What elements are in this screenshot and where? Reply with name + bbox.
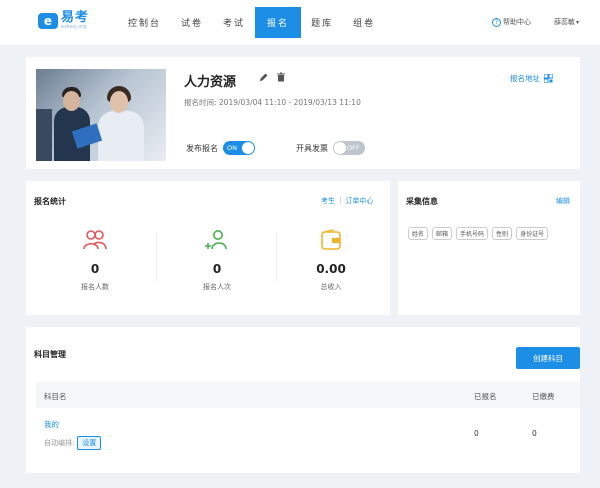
income-value: 0.00 [316,262,346,276]
registration-link[interactable]: 报名地址 [510,73,553,84]
orders-link[interactable]: 订单中心 [345,196,373,206]
nav-item-question-bank[interactable]: 题库 [301,7,343,38]
caret-down-icon: ▾ [576,19,580,26]
question-circle-icon: ? [492,17,501,27]
income-label: 总收入 [320,283,342,291]
candidates-link[interactable]: 考生 [321,196,335,206]
event-cover-image [36,69,166,161]
stat-income: 0.00 总收入 [276,229,386,292]
tag-phone: 手机号码 [456,227,489,240]
nav-item-compose[interactable]: 组卷 [343,7,385,38]
nav-item-dashboard[interactable]: 控制台 [118,7,171,38]
registrants-label: 报名人数 [81,283,109,291]
subject-name-link[interactable]: 我的 [44,419,59,430]
create-subject-button[interactable]: 创建科目 [516,347,580,369]
registrations-value: 0 [212,262,222,276]
tag-email: 邮箱 [432,227,453,240]
top-navbar: e 易考 ezksoi.org 控制台 试卷 考试 报名 题库 组卷 ? 帮助中… [0,0,600,45]
column-paid: 已缴费 [532,392,555,401]
logo-subtitle: ezksoi.org [61,24,87,30]
qrcode-icon [544,74,553,83]
registration-link-label: 报名地址 [510,74,540,83]
column-registered: 已报名 [474,392,497,401]
pencil-icon[interactable] [259,72,269,82]
subjects-card: 科目管理 创建科目 科目名 已报名 已缴费 我的 自动编排: 设置 0 0 [26,327,580,473]
publish-toggle-row: 发布报名 ON [186,141,255,155]
subjects-table-header: 科目名 已报名 已缴费 [36,382,580,408]
help-center-link[interactable]: ? 帮助中心 [492,17,531,27]
user-menu[interactable]: 薛蕊敏▾ [554,17,579,27]
tag-gender: 性别 [492,227,513,240]
registrations-label: 报名人次 [203,283,231,291]
column-subject-name: 科目名 [44,392,67,401]
wallet-icon [321,229,341,250]
event-time: 报名时间: 2019/03/04 11:10 - 2019/03/13 11:1… [184,98,361,107]
event-title: 人力资源 [184,75,237,90]
stats-title: 报名统计 [34,197,66,206]
invoice-label: 开具发票 [296,143,328,153]
tag-name: 姓名 [408,227,429,240]
auto-arrange-label: 自动编排: [44,439,75,447]
nav-item-exams[interactable]: 考试 [213,7,255,38]
stat-registrations: 0 报名人次 [162,229,272,292]
collect-tags: 姓名 邮箱 手机号码 性别 身份证号 [408,227,549,240]
trash-icon[interactable] [276,72,286,82]
logo-mark: e [38,12,58,29]
nav-item-papers[interactable]: 试卷 [171,7,213,38]
invoice-toggle[interactable]: OFF [333,141,365,155]
paid-count: 0 [532,429,537,438]
registered-count: 0 [474,429,479,438]
edit-collect-link[interactable]: 编辑 [556,196,570,206]
publish-toggle[interactable]: ON [223,141,255,155]
auto-arrange: 自动编排: 设置 [44,436,102,450]
stats-card: 报名统计 考生 | 订单中心 0 报名人数 0 报名人次 0.00 总收入 [26,181,390,315]
tag-id-number: 身份证号 [516,227,549,240]
add-user-icon [205,230,227,250]
subjects-title: 科目管理 [34,350,66,359]
registrants-value: 0 [90,262,100,276]
publish-label: 发布报名 [186,143,218,153]
logo[interactable]: e 易考 ezksoi.org [38,11,89,30]
settings-button[interactable]: 设置 [77,436,102,450]
logo-name: 易考 [61,10,90,25]
main-nav: 控制台 试卷 考试 报名 题库 组卷 [118,7,385,38]
collect-info-card: 采集信息 编辑 姓名 邮箱 手机号码 性别 身份证号 [398,181,580,315]
users-icon [83,230,107,250]
collect-title: 采集信息 [406,197,438,206]
user-name: 薛蕊敏 [554,18,575,26]
stat-registrants: 0 报名人数 [40,229,150,292]
event-card: 人力资源 报名时间: 2019/03/04 11:10 - 2019/03/13… [26,57,580,169]
help-center-label: 帮助中心 [503,18,531,26]
nav-item-registration[interactable]: 报名 [255,7,302,38]
invoice-toggle-row: 开具发票 OFF [296,141,365,155]
